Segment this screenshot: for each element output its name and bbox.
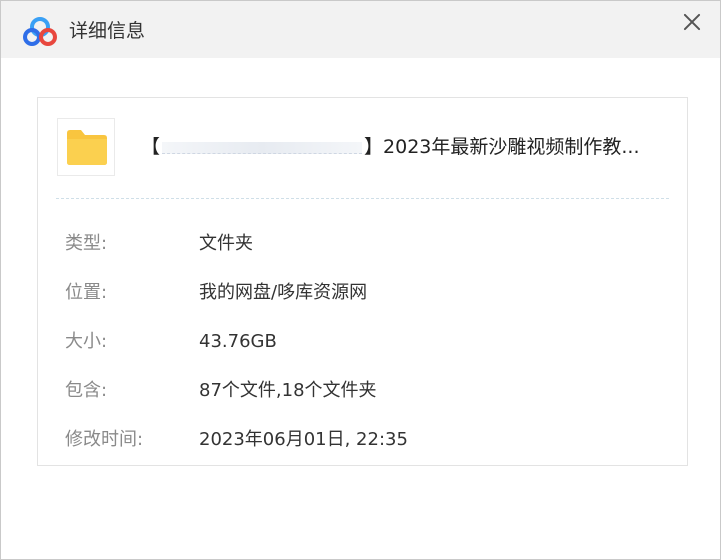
folder-icon (67, 130, 107, 165)
detail-value: 43.76GB (199, 331, 277, 352)
file-details-card: 【 】2023年最新沙雕视频制作教... 类型: 文件夹 位置: 我的网盘/哆库资… (37, 97, 688, 466)
divider (56, 198, 669, 199)
detail-value: 87个文件,18个文件夹 (199, 380, 377, 401)
baidu-netdisk-logo-icon (23, 17, 57, 46)
detail-row-modified: 修改时间: 2023年06月01日, 22:35 (65, 427, 665, 453)
detail-label: 大小: (65, 331, 108, 352)
redacted-text (162, 141, 363, 154)
detail-value: 我的网盘/哆库资源网 (199, 282, 368, 303)
file-name-prefix: 【 (141, 136, 161, 158)
detail-value: 文件夹 (199, 233, 253, 254)
file-name-suffix: 】2023年最新沙雕视频制作教... (364, 136, 640, 158)
detail-row-contains: 包含: 87个文件,18个文件夹 (65, 378, 665, 404)
detail-row-size: 大小: 43.76GB (65, 329, 665, 355)
detail-label: 修改时间: (65, 429, 144, 450)
detail-label: 包含: (65, 380, 108, 401)
dialog-titlebar: 详细信息 (1, 1, 720, 58)
details-dialog: 详细信息 【 】2023年最新沙雕视频制作教... 类型: 文件夹 位置: 我的网… (0, 0, 721, 560)
detail-value: 2023年06月01日, 22:35 (199, 429, 408, 450)
detail-row-location: 位置: 我的网盘/哆库资源网 (65, 280, 665, 306)
detail-row-type: 类型: 文件夹 (65, 231, 665, 257)
file-thumbnail (57, 118, 115, 176)
close-icon[interactable] (680, 10, 704, 34)
detail-label: 类型: (65, 233, 108, 254)
detail-label: 位置: (65, 282, 108, 303)
file-name: 【 】2023年最新沙雕视频制作教... (141, 135, 671, 159)
dialog-title: 详细信息 (69, 20, 146, 42)
